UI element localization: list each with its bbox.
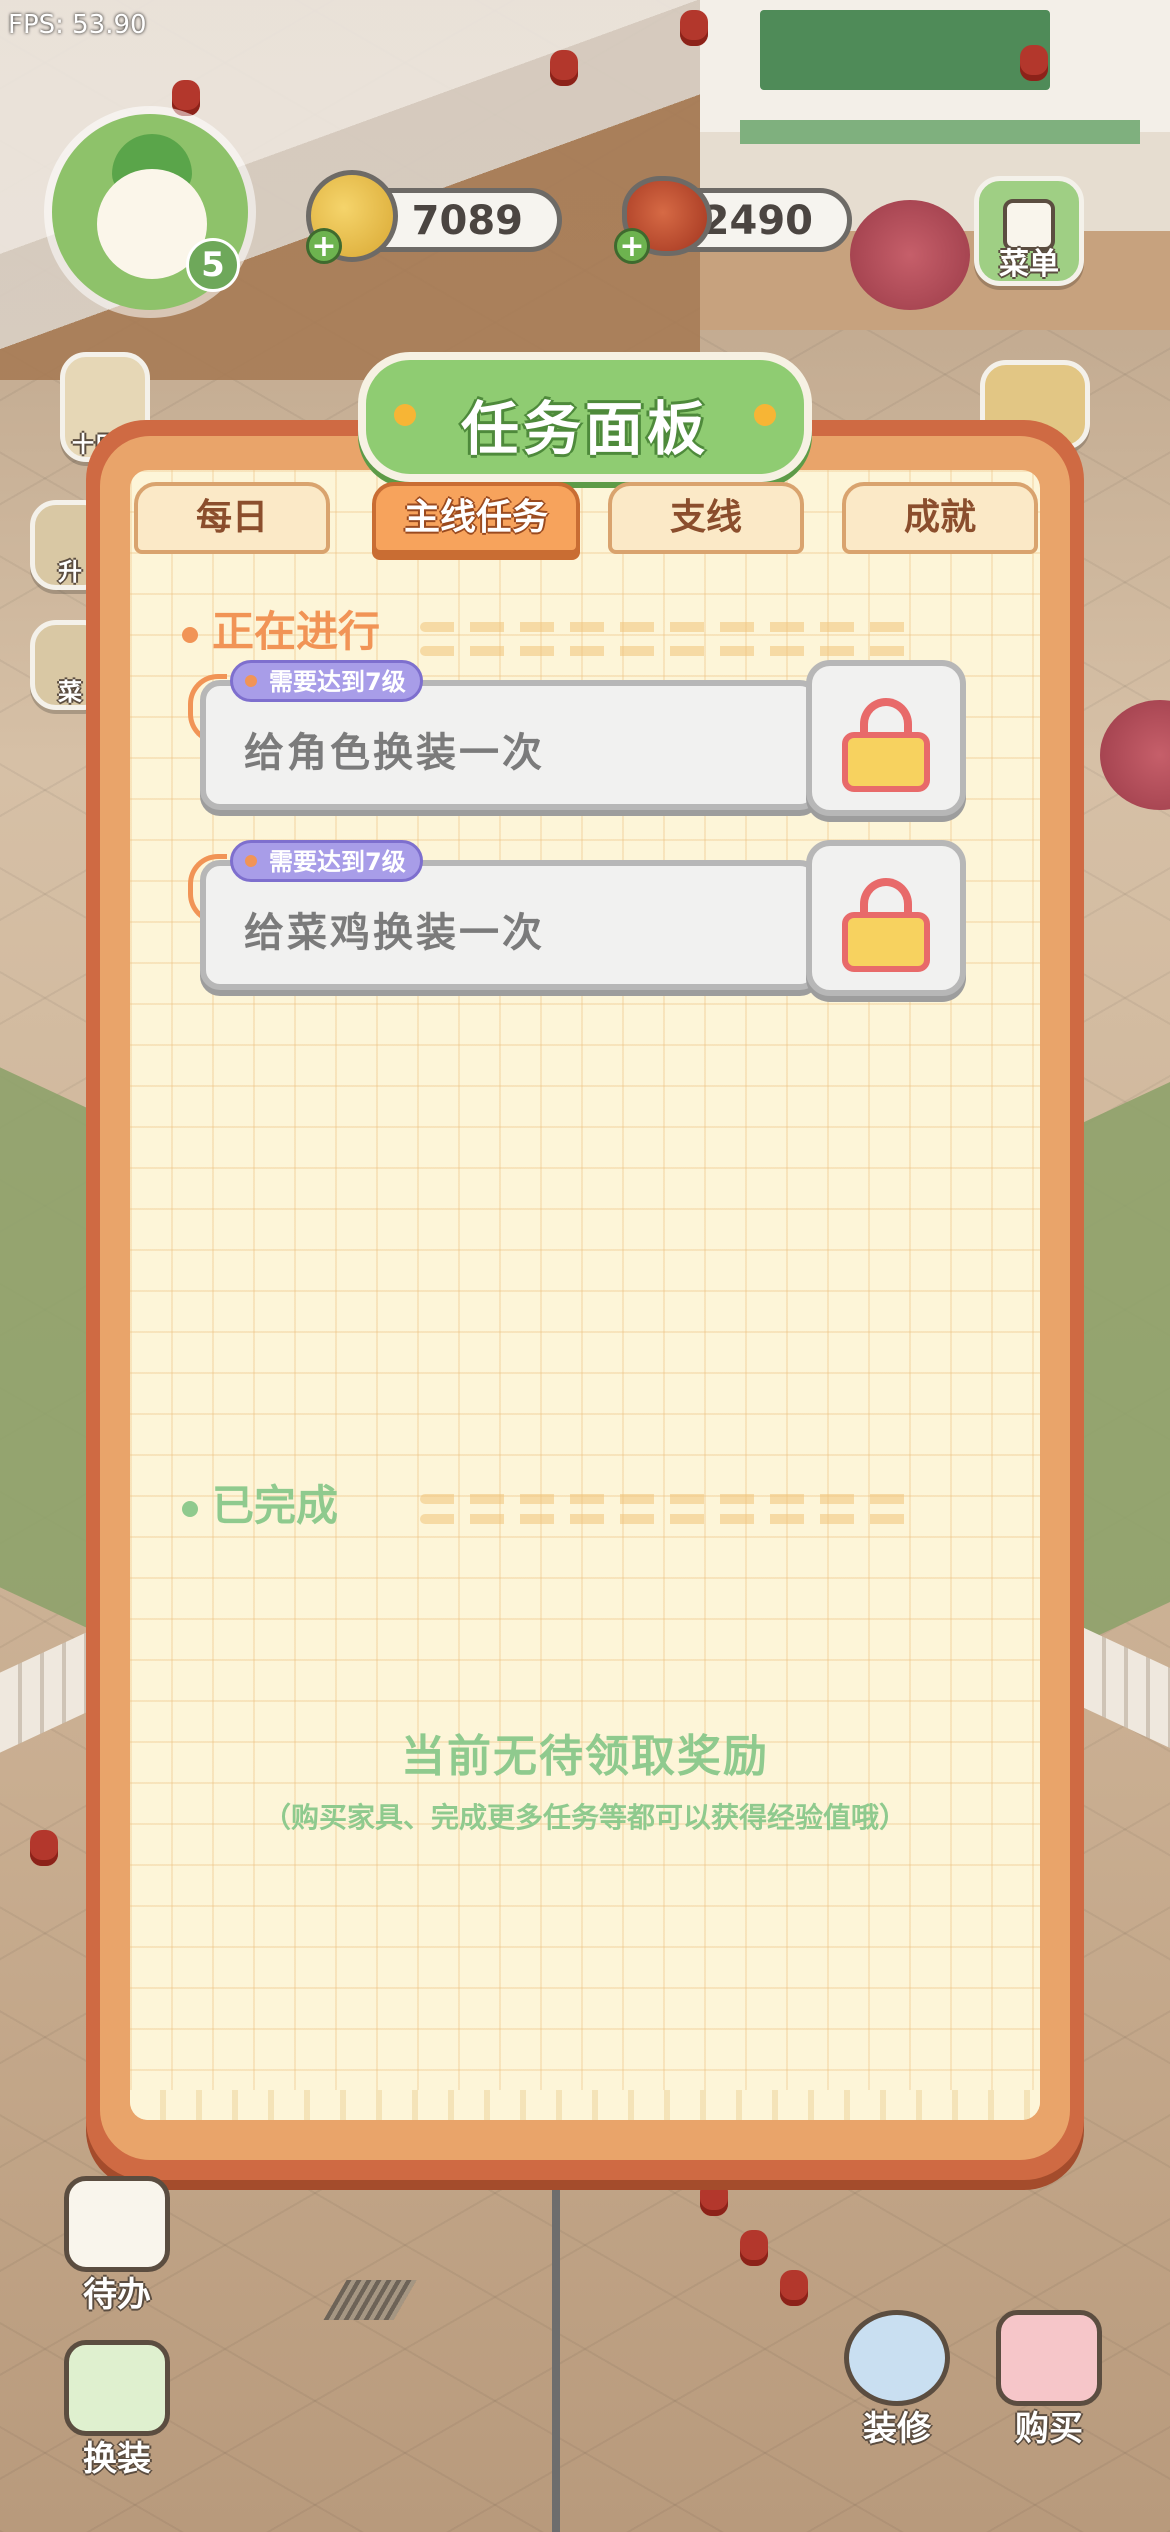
lantern-icon [780,2270,808,2306]
store-sign [760,10,1050,90]
lantern-icon [700,2180,728,2216]
dress-up-button[interactable]: 换装 [54,2340,180,2480]
task-text: 给角色换装一次 [244,730,545,776]
completed-heading: 已完成 [182,1472,338,1533]
in-progress-heading: 正在进行 [182,598,380,659]
lantern-icon [680,10,708,46]
empty-state-title: 当前无待领取奖励 [401,1731,769,1782]
in-progress-label: 正在进行 [212,607,381,656]
dashed-divider [420,1514,910,1524]
buy-label: 购买 [1015,2409,1083,2449]
dashed-divider [420,1494,910,1504]
panel-title-plate: 任务面板 [358,352,812,482]
chick-icon [64,2340,170,2436]
tab-daily[interactable]: 每日 [134,482,330,554]
add-coins-button[interactable]: + [306,228,342,264]
menu-label: 菜单 [999,247,1059,282]
lock-body [842,732,930,792]
lantern-icon [172,80,200,116]
task-text: 给菜鸡换装一次 [244,910,545,956]
player-avatar[interactable]: 5 [52,114,248,310]
paper-torn-edge [130,2090,1040,2120]
shopping-bag-icon [996,2310,1102,2406]
duck-icon [844,2310,950,2406]
locked-reward-button[interactable] [806,840,966,996]
level-requirement-tag: 需要达到7级 [230,840,423,882]
lantern-icon [740,2230,768,2266]
empty-state-subtitle: （购买家具、完成更多任务等都可以获得经验值哦） [262,1801,907,1834]
store-stripe [740,120,1140,144]
clipboard-icon [64,2176,170,2272]
task-item[interactable]: 给角色换装一次 需要达到7级 [188,660,970,816]
drain-grate [323,2280,417,2320]
player-level-badge: 5 [186,238,240,292]
decorate-label: 装修 [863,2409,931,2449]
street-pole [552,2170,560,2532]
tab-side-quest[interactable]: 支线 [608,482,804,554]
coin-amount: 7089 [411,198,523,244]
bullet-dot [182,1500,198,1517]
lantern-icon [1020,45,1048,81]
lantern-icon [30,1830,58,1866]
add-meat-button[interactable]: + [614,228,650,264]
todo-label: 待办 [83,2275,151,2315]
lock-body [842,912,930,972]
tab-achievement[interactable]: 成就 [842,482,1038,554]
menu-button[interactable]: 菜单 [974,176,1084,286]
bullet-dot [182,626,198,643]
buy-button[interactable]: 购买 [986,2310,1112,2450]
dashed-divider [420,622,910,632]
completed-label: 已完成 [212,1481,339,1530]
dress-up-label: 换装 [83,2439,151,2479]
decorate-button[interactable]: 装修 [834,2310,960,2450]
fps-counter: FPS: 53.90 [8,10,147,40]
plum-tree [1100,700,1170,810]
task-item[interactable]: 给菜鸡换装一次 需要达到7级 [188,840,970,996]
dashed-divider [420,646,910,656]
panel-title: 任务面板 [460,395,709,463]
level-requirement-tag: 需要达到7级 [230,660,423,702]
lantern-icon [550,50,578,86]
plum-tree [850,200,970,310]
locked-reward-button[interactable] [806,660,966,816]
tab-main-quest[interactable]: 主线任务 [372,482,580,554]
meat-amount: 2490 [701,198,813,244]
todo-button[interactable]: 待办 [54,2176,180,2316]
